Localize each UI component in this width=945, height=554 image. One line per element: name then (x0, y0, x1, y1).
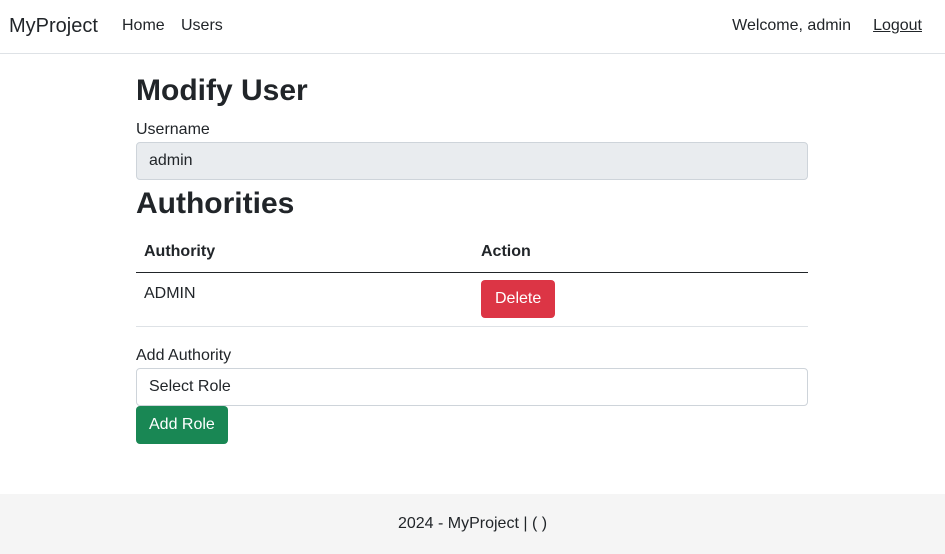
delete-button[interactable]: Delete (481, 280, 556, 318)
authority-cell: ADMIN (136, 272, 473, 327)
welcome-text: Welcome, admin (732, 17, 851, 34)
table-row: ADMIN Delete (136, 272, 808, 327)
nav-link-home[interactable]: Home (122, 16, 165, 36)
top-navbar: MyProject Home Users Welcome, admin Logo… (0, 0, 945, 54)
username-label: Username (136, 121, 210, 138)
footer-text: 2024 - MyProject | ( ) (397, 515, 548, 532)
add-role-button[interactable]: Add Role (136, 405, 228, 444)
footer: 2024 - MyProject | ( ) (0, 494, 945, 554)
add-authority-label: Add Authority (136, 346, 232, 364)
username-field[interactable]: admin (136, 142, 808, 180)
authorities-table: Authority Action ADMIN Delete (136, 232, 808, 327)
table-header-row: Authority Action (136, 232, 808, 273)
column-header-authority: Authority (136, 232, 473, 273)
page-title: Modify User (136, 74, 308, 107)
action-cell: Delete (473, 272, 808, 327)
nav-link-users[interactable]: Users (181, 16, 223, 36)
brand-link[interactable]: MyProject (9, 14, 98, 38)
logout-link[interactable]: Logout (873, 16, 922, 36)
column-header-action: Action (473, 232, 808, 273)
authorities-title: Authorities (136, 187, 295, 220)
role-select[interactable]: Select Role (136, 367, 808, 406)
main-content: Modify User Username admin Authorities A… (136, 70, 808, 444)
